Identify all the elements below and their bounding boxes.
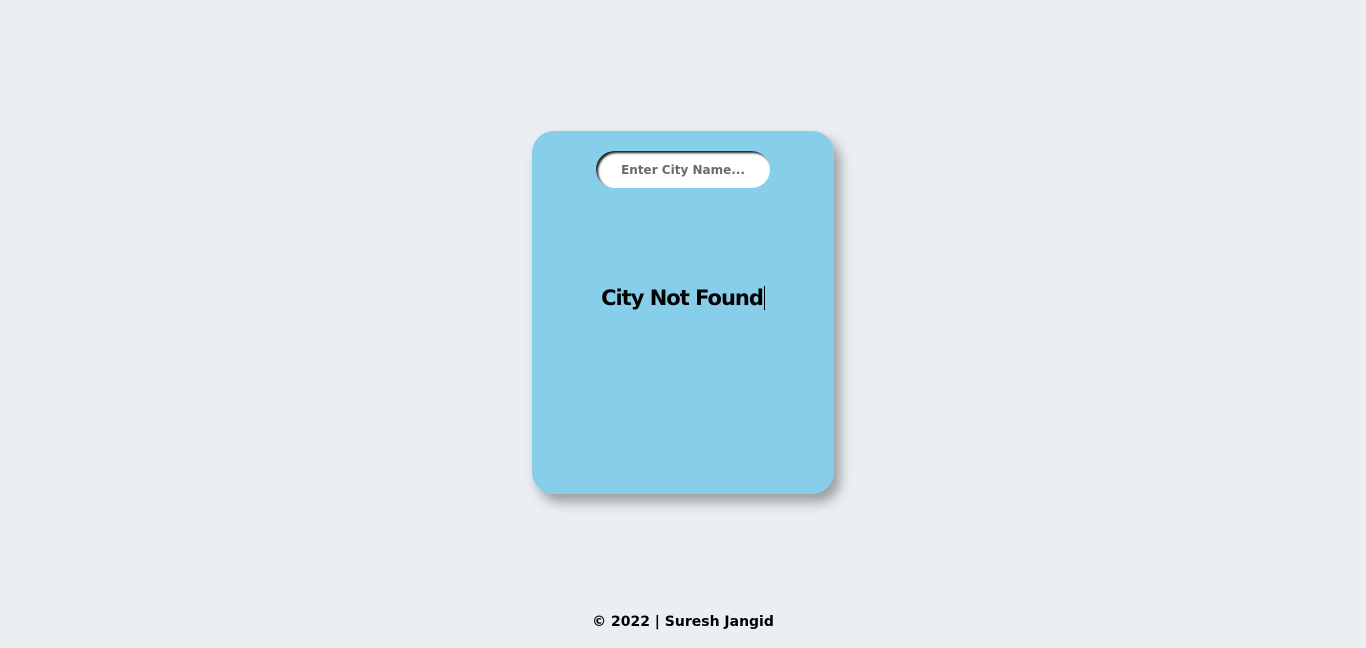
search-bar [596,151,770,188]
footer-copyright: © 2022 | Suresh Jangid [592,614,774,630]
city-search-input[interactable] [596,151,770,188]
weather-card: City Not Found [532,131,834,494]
status-message: City Not Found [601,286,765,310]
status-message-container: City Not Found [532,286,834,310]
page: City Not Found © 2022 | Suresh Jangid [0,0,1366,648]
